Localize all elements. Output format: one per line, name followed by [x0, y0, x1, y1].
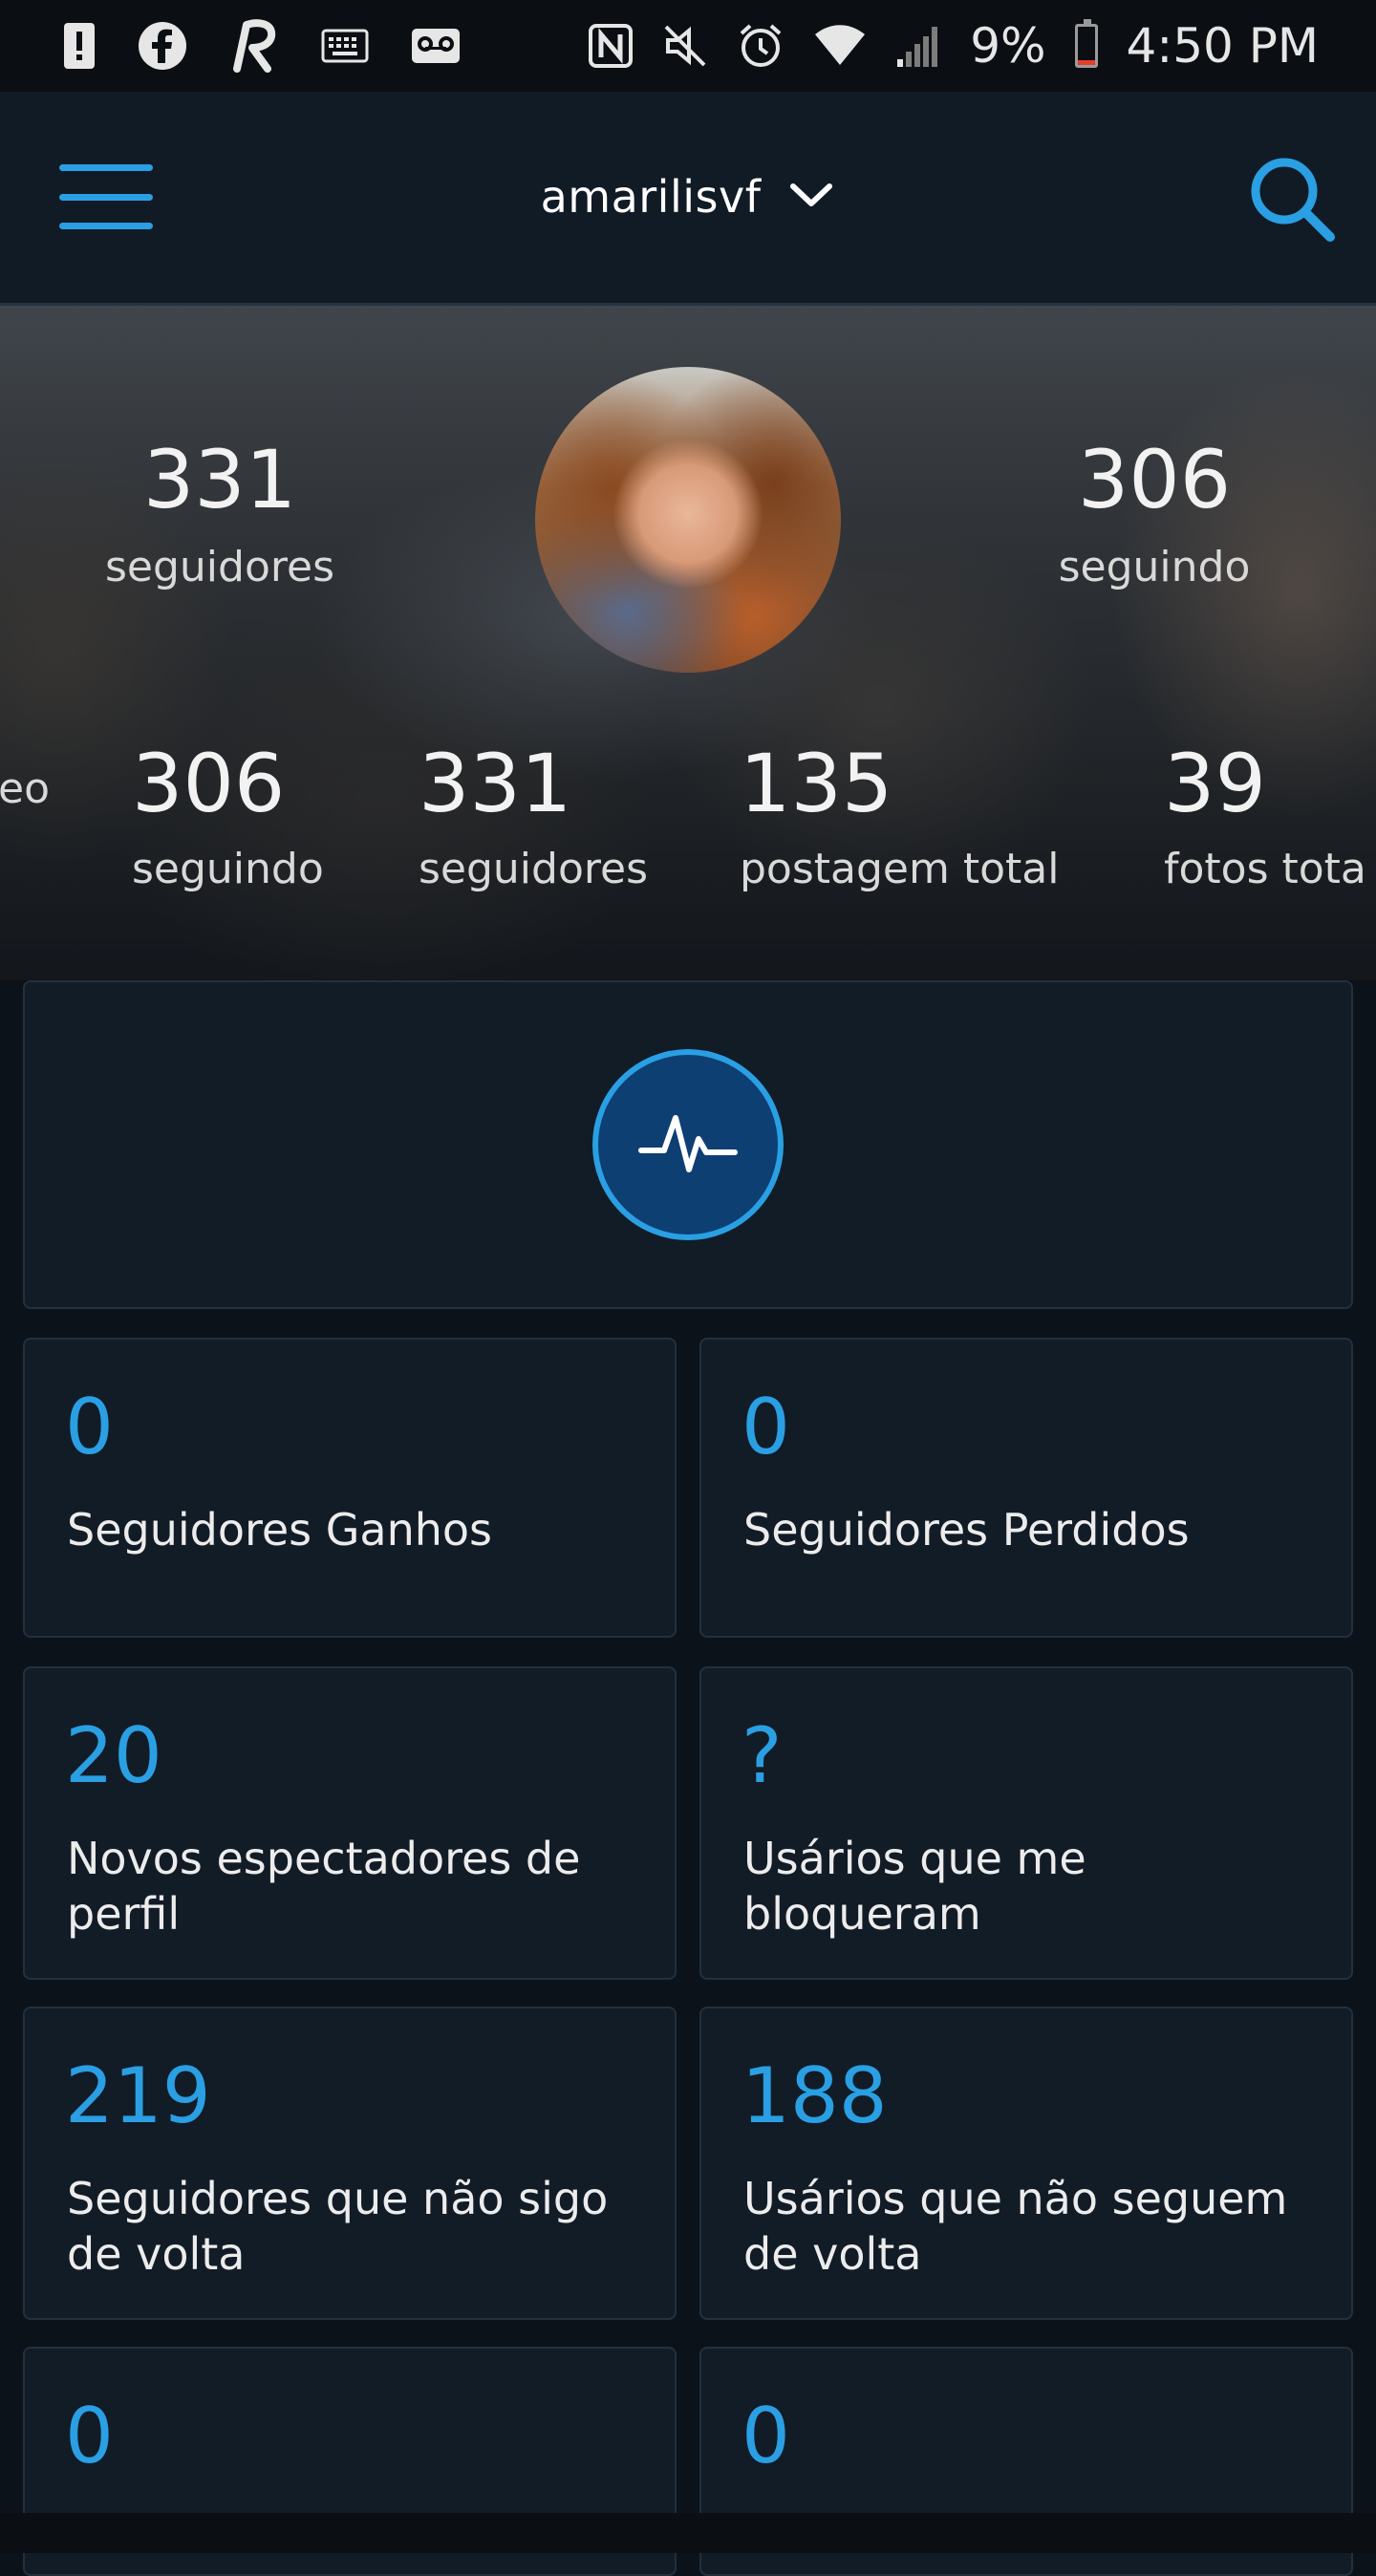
following-label: seguindo — [1058, 543, 1251, 591]
stats-row-value: 306 — [132, 737, 286, 830]
stat-card-dont-follow-back[interactable]: 188 Usários que não seguem de volta — [699, 2007, 1353, 2320]
battery-icon — [1074, 19, 1098, 68]
battery-percent: 9% — [970, 18, 1046, 74]
stat-card-value: 219 — [65, 2051, 211, 2140]
account-switcher[interactable]: amarilisvf — [0, 149, 1376, 245]
activity-pulse-icon[interactable] — [592, 1049, 784, 1240]
stat-card-value: 188 — [742, 2051, 888, 2140]
search-icon[interactable] — [1244, 151, 1340, 247]
stat-card-label: Usários que me bloqueram — [743, 1833, 1086, 1940]
stat-card-value: 20 — [65, 1711, 162, 1800]
battery-level-fill — [1077, 60, 1095, 65]
status-bar-notifications — [63, 0, 461, 92]
status-bar: 9% 4:50 PM — [0, 0, 1376, 92]
stats-row-value: 39 — [1164, 737, 1266, 830]
alarm-icon — [737, 22, 785, 70]
stat-card-followers-gained[interactable]: 0 Seguidores Ganhos — [23, 1338, 677, 1638]
mute-icon — [662, 23, 708, 69]
stat-card-label: Seguidores Ganhos — [67, 1504, 493, 1556]
stat-card-label: Novos espectadores de perfil — [67, 1833, 581, 1940]
stat-card-value: 0 — [742, 1383, 790, 1471]
stats-row-label: postagem total — [740, 845, 1060, 893]
avatar[interactable] — [535, 367, 841, 673]
following-stat[interactable]: 306 seguindo — [1011, 440, 1298, 591]
stat-card-value: ? — [742, 1711, 783, 1800]
stat-card-blocked-me[interactable]: ? Usários que me bloqueram — [699, 1666, 1353, 1980]
followers-stat[interactable]: 331 seguidores — [76, 440, 363, 591]
stat-card-value: 0 — [742, 2392, 790, 2480]
signal-icon — [895, 23, 941, 69]
status-bar-system: 9% 4:50 PM — [588, 0, 1319, 92]
stats-row-item[interactable]: 331 seguidores — [419, 743, 648, 893]
stat-card-value: 0 — [65, 2392, 114, 2480]
chevron-down-icon — [787, 179, 835, 215]
stats-row-item[interactable]: 306 seguindo — [132, 743, 324, 893]
profile-hero: 331 seguidores 306 seguindo eo 306 segui… — [0, 306, 1376, 980]
wifi-icon — [813, 25, 867, 67]
account-name: amarilisvf — [540, 171, 762, 223]
followers-count: 331 — [142, 433, 297, 526]
stats-row-item[interactable]: 39 fotos tota — [1164, 743, 1366, 893]
stats-row-label: seguindo — [132, 845, 324, 893]
stat-card-label: Usários que não seguem de volta — [743, 2173, 1288, 2280]
stats-row-item[interactable]: eo — [0, 743, 50, 813]
stats-row-item[interactable]: 135 postagem total — [740, 743, 1059, 893]
followers-label: seguidores — [104, 543, 334, 591]
nfc-icon — [588, 23, 634, 69]
stat-card-not-following-back[interactable]: 219 Seguidores que não sigo de volta — [23, 2007, 677, 2320]
voicemail-icon — [411, 28, 461, 64]
stat-card-new-profile-viewers[interactable]: 20 Novos espectadores de perfil — [23, 1666, 677, 1980]
stats-row-label: fotos tota — [1164, 845, 1366, 893]
stat-card-followers-lost[interactable]: 0 Seguidores Perdidos — [699, 1338, 1353, 1638]
stats-row-value: 135 — [740, 737, 893, 830]
app-header: amarilisvf — [0, 92, 1376, 306]
stat-card-value: 0 — [65, 1383, 114, 1471]
bottom-edge — [0, 2513, 1376, 2553]
stats-row-value: 331 — [419, 737, 572, 830]
keyboard-icon — [321, 29, 369, 63]
following-count: 306 — [1077, 433, 1232, 526]
stats-row-label: seguidores — [419, 845, 649, 893]
facebook-icon — [138, 21, 187, 71]
stat-card-label: Seguidores Perdidos — [743, 1504, 1190, 1556]
clock: 4:50 PM — [1126, 18, 1319, 74]
activity-card[interactable] — [23, 980, 1353, 1309]
stats-row-label: eo — [0, 764, 50, 813]
sim-alert-icon — [63, 22, 96, 70]
stat-card-label: Seguidores que não sigo de volta — [67, 2173, 609, 2280]
r-app-icon — [229, 19, 279, 73]
